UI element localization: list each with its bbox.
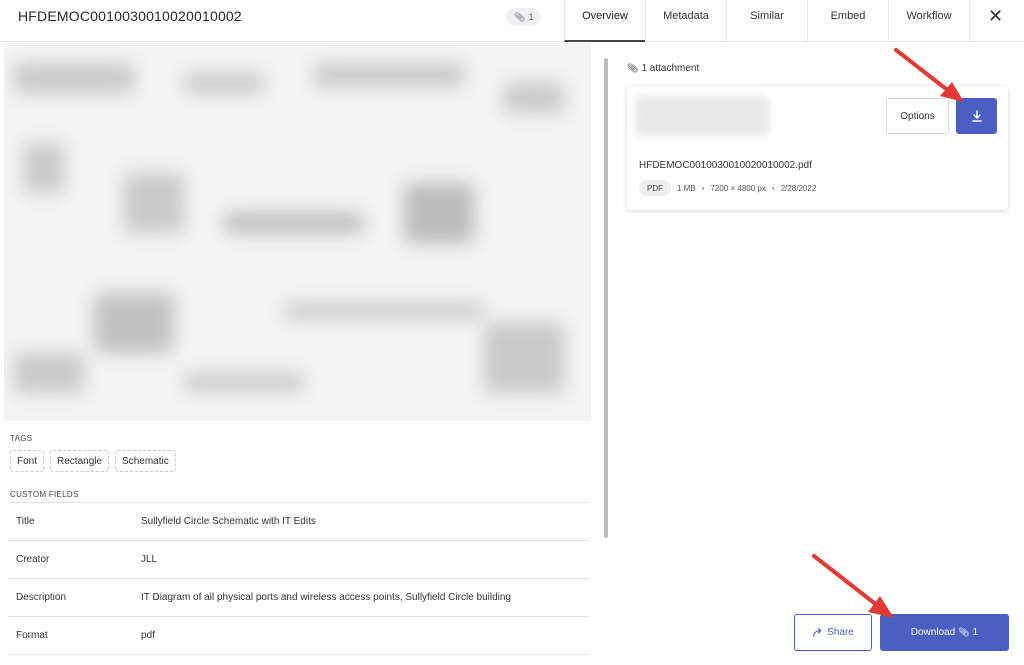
file-dimensions: 7200 × 4800 px — [710, 183, 766, 193]
field-value: pdf — [141, 630, 155, 641]
attachment-card: Options HFDEMOC0010030010020010002.pdf P… — [627, 86, 1008, 210]
attachment-badge-count: 1 — [528, 12, 534, 22]
close-icon[interactable]: ✕ — [969, 0, 1021, 42]
annotation-arrow-bottom — [812, 554, 894, 618]
tag-chip[interactable]: Schematic — [115, 450, 176, 472]
tab-metadata[interactable]: Metadata — [645, 0, 726, 42]
separator-dot: • — [771, 183, 775, 193]
field-row-description: Description IT Diagram of all physical p… — [8, 579, 589, 617]
attachment-meta: PDF 1 MB • 7200 × 4800 px • 2/28/2022 — [639, 180, 816, 196]
tags-heading: TAGS — [10, 434, 33, 443]
field-name: Title — [16, 516, 35, 527]
download-attachment-button[interactable] — [956, 98, 997, 134]
share-label: Share — [827, 627, 854, 638]
tab-embed[interactable]: Embed — [807, 0, 888, 42]
attachment-thumbnail — [635, 96, 769, 136]
tab-similar[interactable]: Similar — [726, 0, 807, 42]
download-button[interactable]: Download 📎︎ 1 — [880, 614, 1009, 651]
share-icon — [813, 627, 822, 637]
tab-bar: Overview Metadata Similar Embed Workflow… — [564, 0, 1021, 42]
tag-list: Font Rectangle Schematic — [10, 450, 176, 472]
field-row-format: Format pdf — [8, 617, 589, 655]
field-value: JLL — [141, 554, 158, 565]
file-date: 2/28/2022 — [780, 183, 817, 193]
asset-preview-image — [4, 43, 591, 421]
tag-chip[interactable]: Font — [10, 450, 45, 472]
attachments-count-label: 1 attachment — [641, 63, 700, 74]
field-value: Sullyfield Circle Schematic with IT Edit… — [141, 516, 316, 527]
field-value: IT Diagram of all physical ports and wir… — [141, 592, 511, 603]
file-type-pill: PDF — [639, 180, 671, 196]
field-name: Creator — [16, 554, 50, 565]
header-bar: HFDEMOC0010030010020010002 📎︎ 1 Overview… — [0, 0, 1024, 42]
custom-fields-heading: CUSTOM FIELDS — [10, 490, 79, 499]
download-count: 1 — [972, 627, 979, 638]
tag-chip[interactable]: Rectangle — [50, 450, 110, 472]
asset-title: HFDEMOC0010030010020010002 — [18, 8, 242, 24]
tab-overview[interactable]: Overview — [564, 0, 645, 42]
share-button[interactable]: Share — [794, 614, 872, 651]
separator-dot: • — [701, 183, 705, 193]
field-name: Format — [16, 630, 48, 641]
tab-workflow[interactable]: Workflow — [888, 0, 969, 42]
field-name: Description — [16, 592, 67, 603]
paperclip-icon: 📎︎ — [627, 63, 639, 73]
attachment-badge: 📎︎ 1 — [506, 8, 542, 26]
paperclip-icon: 📎︎ — [958, 627, 970, 637]
scrollbar[interactable] — [604, 58, 608, 538]
attachment-filename: HFDEMOC0010030010020010002.pdf — [639, 160, 812, 171]
custom-fields-table: Title Sullyfield Circle Schematic with I… — [8, 502, 589, 655]
field-row-creator: Creator JLL — [8, 541, 589, 579]
attachments-count: 📎︎ 1 attachment — [627, 63, 699, 74]
options-button[interactable]: Options — [886, 98, 949, 134]
paperclip-icon: 📎︎ — [514, 11, 526, 22]
file-size: 1 MB — [677, 183, 696, 193]
field-row-title: Title Sullyfield Circle Schematic with I… — [8, 503, 589, 541]
download-icon — [971, 110, 982, 122]
download-label: Download — [910, 627, 956, 638]
